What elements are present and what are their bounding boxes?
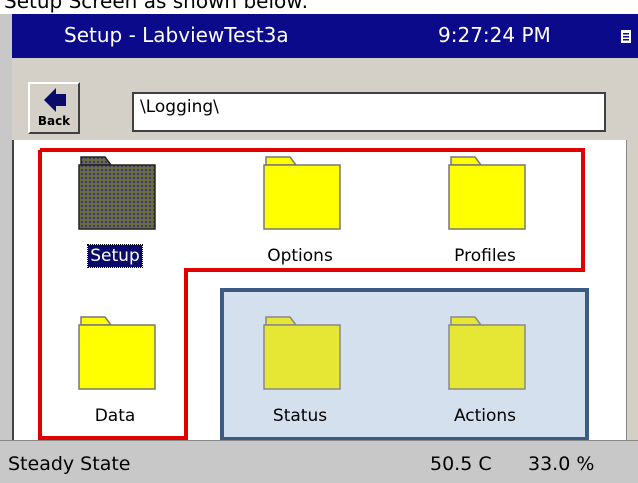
title-bar: Setup - LabviewTest3a 9:27:24 PM bbox=[12, 14, 638, 58]
status-temperature: 50.5 C bbox=[430, 453, 492, 475]
folder-icon bbox=[263, 156, 341, 230]
folder-label-data: Data bbox=[94, 406, 136, 426]
folder-icon bbox=[448, 156, 526, 230]
folder-profiles[interactable]: Profiles bbox=[415, 153, 555, 283]
folder-icon-selected bbox=[78, 156, 156, 230]
folder-status[interactable]: Status bbox=[230, 313, 370, 443]
back-button[interactable]: Back bbox=[28, 82, 80, 134]
back-button-label: Back bbox=[37, 114, 71, 128]
path-field[interactable]: \Logging\ bbox=[132, 92, 606, 132]
folder-label-options: Options bbox=[267, 246, 333, 266]
folder-label-profiles: Profiles bbox=[454, 246, 516, 266]
status-percent: 33.0 % bbox=[528, 453, 595, 475]
folder-label-setup: Setup bbox=[87, 244, 143, 268]
folder-label-actions: Actions bbox=[453, 406, 517, 426]
back-arrow-icon bbox=[44, 88, 66, 112]
folder-setup[interactable]: Setup bbox=[45, 153, 185, 283]
folder-data[interactable]: Data bbox=[45, 313, 185, 443]
status-bar: Steady State 50.5 C 33.0 % bbox=[0, 440, 638, 483]
status-state: Steady State bbox=[8, 453, 131, 475]
toolbar: Back \Logging\ bbox=[12, 58, 638, 140]
clock: 9:27:24 PM bbox=[438, 23, 551, 47]
folder-icon bbox=[448, 316, 526, 390]
folder-label-status: Status bbox=[272, 406, 328, 426]
folder-icon bbox=[78, 316, 156, 390]
scrollbar[interactable] bbox=[626, 140, 638, 454]
caption-text: Setup Screen as shown below: bbox=[4, 0, 309, 13]
folder-actions[interactable]: Actions bbox=[415, 313, 555, 443]
folder-options[interactable]: Options bbox=[230, 153, 370, 283]
folder-icon bbox=[263, 316, 341, 390]
menu-icon[interactable] bbox=[620, 29, 634, 45]
window-title: Setup - LabviewTest3a bbox=[64, 23, 289, 47]
